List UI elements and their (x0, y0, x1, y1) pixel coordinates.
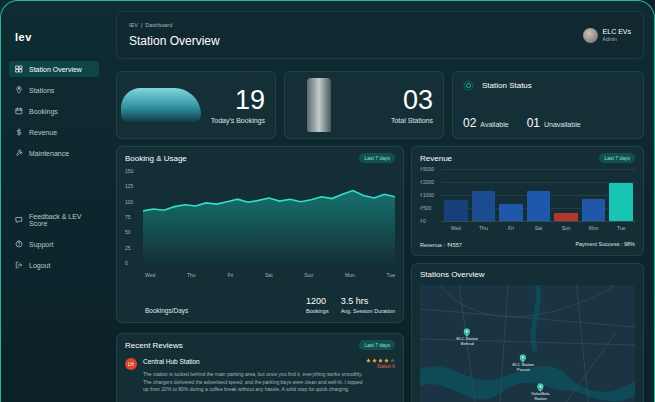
review-tag: Station A (377, 364, 395, 369)
revenue-total: Revenue : ₹4557 (420, 241, 462, 249)
sidebar-item[interactable]: Feedback & LEV Score (9, 209, 99, 231)
x-axis: WedThuFriSatSunMonTue (442, 225, 635, 231)
sidebar-item[interactable]: Support (9, 236, 99, 252)
sidebar-item[interactable]: Stations (9, 82, 99, 98)
nav-icon (15, 216, 23, 224)
star-icon (390, 358, 395, 363)
reviews-title: Recent Reviews (125, 341, 183, 350)
nav-icon (15, 107, 23, 115)
stat-value: 19 (211, 87, 265, 114)
logo[interactable]: lev (9, 31, 99, 43)
payment-success: Payment Success : 98% (575, 241, 635, 249)
booking-chart: Booking & Usage Last 7 days 150125100755… (116, 146, 404, 323)
y-axis: ₹5000₹2000₹1000₹500₹0 (420, 166, 438, 224)
stations-card: 03 Total Stations (284, 71, 444, 139)
x-axis: WedThuFriSatSunMonTue (125, 272, 395, 278)
rating (366, 358, 395, 363)
sidebar-item[interactable]: Station Overview (9, 61, 99, 77)
content-grid: Booking & Usage Last 7 days 150125100755… (116, 146, 644, 402)
range-badge[interactable]: Last 7 days (359, 340, 395, 350)
user-menu[interactable]: ELC EVs Admin (583, 28, 631, 43)
map[interactable]: ELC Station Behrud ELC Station Parvati V… (420, 285, 635, 402)
sidebar-footer: Feedback & LEV Score Support Logout (9, 209, 99, 273)
pin-icon (520, 354, 527, 363)
revenue-bar[interactable] (444, 200, 468, 221)
y-axis: 1501251007550250 (125, 168, 137, 266)
star-icon (378, 358, 383, 363)
sidebar: lev Station Overview Stations Bookings R… (1, 1, 105, 402)
usage-area (143, 191, 395, 263)
revenue-bar[interactable] (527, 191, 551, 221)
range-badge[interactable]: Last 7 days (359, 153, 395, 163)
usage-line (143, 191, 395, 211)
revenue-bar[interactable] (499, 204, 523, 221)
sidebar-item[interactable]: Revenue (9, 124, 99, 140)
sidebar-item[interactable]: Bookings (9, 103, 99, 119)
charger-photo (307, 78, 331, 132)
metric: 3.5 hrs Avg. Session Duration (341, 296, 395, 314)
stat-value: 03 (391, 87, 433, 114)
nav-icon (15, 86, 23, 94)
usage-line-chart (143, 171, 395, 263)
reviewer-avatar: LH (125, 358, 137, 370)
chart-title: Booking & Usage (125, 154, 187, 163)
range-badge[interactable]: Last 7 days (599, 153, 635, 163)
nav-icon (15, 65, 23, 73)
revenue-bar[interactable] (554, 213, 578, 221)
star-icon (366, 358, 371, 363)
nav-icon (15, 149, 23, 157)
nav-icon (15, 261, 23, 269)
status-title: Station Status (482, 81, 532, 90)
breadcrumb-item[interactable]: Dashboard (145, 22, 172, 28)
status-item: 01Unavailable (527, 116, 581, 130)
nav-icon (15, 240, 23, 248)
station-status-icon (463, 80, 474, 91)
sidebar-item[interactable]: Maintenance (9, 145, 99, 161)
revenue-bar[interactable] (472, 191, 496, 221)
dashboard: lev Station Overview Stations Bookings R… (0, 0, 655, 402)
chart-title: Revenue (420, 154, 452, 163)
status-item: 02Available (463, 116, 509, 130)
bookings-card: 19 Today's Bookings (116, 71, 276, 139)
user-name: ELC EVs (603, 28, 631, 35)
app-frame: lev Station Overview Stations Bookings R… (0, 0, 655, 402)
stat-label: Total Stations (391, 117, 433, 124)
revenue-chart: Revenue Last 7 days ₹5000₹2000₹1000₹500₹… (411, 146, 644, 256)
star-icon (372, 358, 377, 363)
page-header: IEV|Dashboard Station Overview ELC EVs A… (116, 11, 644, 59)
stat-label: Today's Bookings (211, 117, 265, 124)
station-pin[interactable]: ValueBeta Station (531, 383, 549, 402)
station-pin[interactable]: ELC Station Parvati (513, 354, 534, 373)
breadcrumb-item[interactable]: IEV (129, 22, 138, 28)
map-background (420, 285, 635, 402)
pin-icon (464, 328, 471, 337)
status-card: Station Status 02Available 01Unavailable (452, 71, 644, 139)
chart-footer-label: Bookings/Days (145, 307, 188, 314)
stats-row: 19 Today's Bookings 03 Total Stations St… (116, 71, 644, 134)
user-role: Admin (603, 36, 631, 42)
nav-icon (15, 128, 23, 136)
avatar-photo (583, 28, 598, 43)
review-text: The station is tucked behind the main pa… (143, 371, 368, 394)
sidebar-item[interactable]: Logout (9, 257, 99, 273)
breadcrumb: IEV|Dashboard (129, 22, 220, 28)
station-pin[interactable]: ELC Station Behrud (457, 328, 478, 347)
stations-map-card: Stations Overview ELC Station Behrud ELC… (411, 263, 644, 402)
sidebar-nav: Station Overview Stations Bookings Reven… (9, 61, 99, 161)
review-station: Central Hub Station (143, 358, 200, 365)
metric: 1200 Bookings (306, 296, 329, 314)
breadcrumb-item[interactable]: | (141, 22, 142, 28)
star-icon (384, 358, 389, 363)
main: IEV|Dashboard Station Overview ELC EVs A… (105, 1, 654, 402)
revenue-bar[interactable] (609, 183, 633, 221)
car-photo (121, 88, 201, 122)
map-title: Stations Overview (420, 270, 635, 279)
bar-plot (442, 169, 635, 222)
reviews-card: Recent Reviews Last 7 days LH Central Hu… (116, 333, 404, 402)
review-item[interactable]: LH Central Hub Station Station A The sta… (125, 358, 395, 394)
page-title: Station Overview (129, 34, 220, 48)
pin-icon (537, 383, 544, 392)
revenue-bar[interactable] (582, 199, 606, 221)
